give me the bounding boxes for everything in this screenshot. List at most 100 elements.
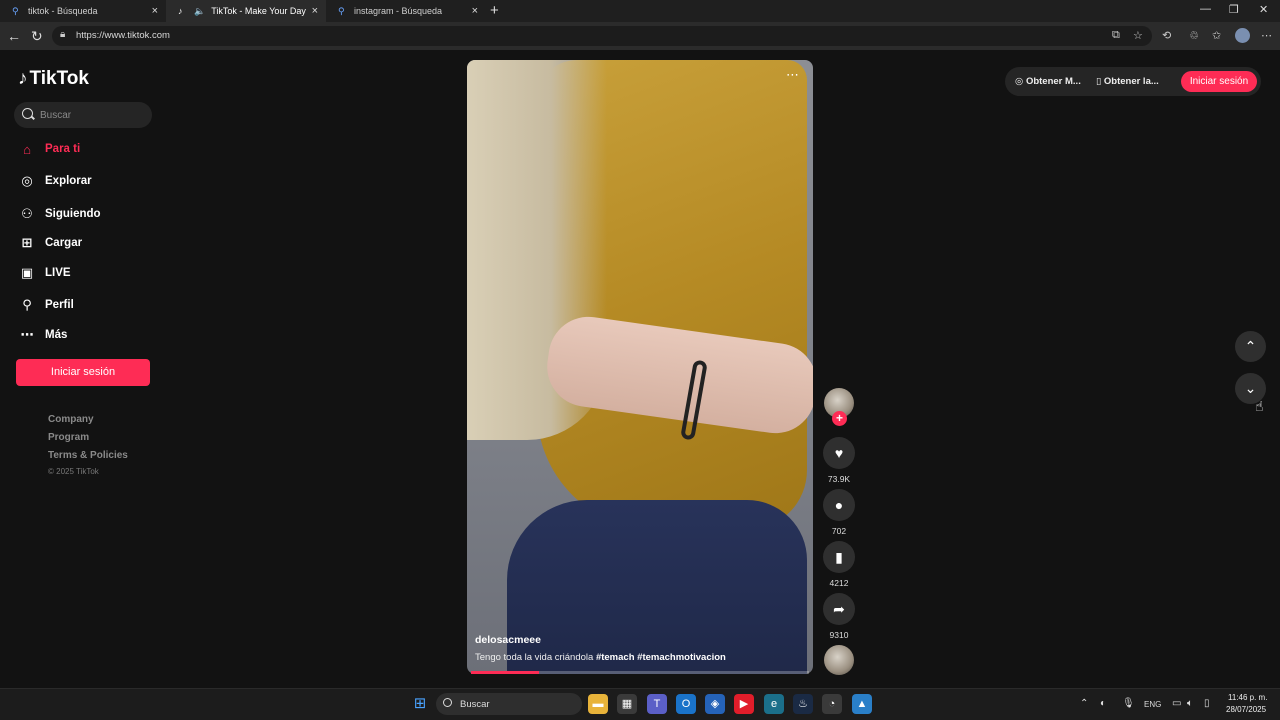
app-icon[interactable]: ◈ xyxy=(705,694,725,714)
speaker-icon[interactable]: 🔈 xyxy=(194,6,205,17)
hashtag[interactable]: #temach xyxy=(596,652,635,663)
more-options-icon[interactable]: ⋯ xyxy=(786,67,800,83)
login-button[interactable]: Iniciar sesión xyxy=(16,359,150,386)
lock-icon[interactable]: 🔒︎ xyxy=(60,29,65,40)
teams-icon[interactable]: T xyxy=(647,694,667,714)
sidebar-item-perfil[interactable]: ⚲ Perfil xyxy=(16,294,156,316)
sidebar-item-label: Perfil xyxy=(45,299,74,311)
close-icon[interactable]: × xyxy=(152,5,158,17)
tray-app-icon[interactable]: ◐ xyxy=(1100,698,1106,709)
address-bar[interactable] xyxy=(52,26,1152,46)
close-icon[interactable]: × xyxy=(312,5,318,17)
footer-link-terms[interactable]: Terms & Policies xyxy=(48,450,128,461)
app-icon-2[interactable]: ◔ xyxy=(822,694,842,714)
extensions-icon[interactable]: ⟲ xyxy=(1162,29,1171,42)
mouse-cursor-icon: ☝ xyxy=(1255,398,1264,414)
url-text[interactable]: https://www.tiktok.com xyxy=(76,30,170,41)
previous-video-button[interactable]: ⌃ xyxy=(1235,331,1266,362)
search-icon: ⚲ xyxy=(338,5,345,16)
hashtag[interactable]: #temachmotivacion xyxy=(637,652,726,663)
sidebar-item-explorar[interactable]: ◎ Explorar xyxy=(16,170,156,192)
tiktok-logo[interactable]: ♪ TikTok xyxy=(18,68,89,90)
network-icon[interactable]: ▭ xyxy=(1172,698,1181,709)
profile-avatar[interactable] xyxy=(1235,28,1250,43)
following-icon: ⚇ xyxy=(21,206,33,221)
logo-text: TikTok xyxy=(29,68,89,89)
live-icon: ▣ xyxy=(20,265,34,280)
tab-title: TikTok - Make Your Day xyxy=(211,6,306,16)
outlook-icon[interactable]: O xyxy=(676,694,696,714)
battery-icon[interactable]: ▯ xyxy=(1204,698,1210,709)
sidebar-item-label: Para ti xyxy=(45,143,81,155)
video-caption: Tengo toda la vida criándola #temach #te… xyxy=(475,652,726,663)
taskbar-search[interactable] xyxy=(436,693,582,715)
back-icon[interactable]: ← xyxy=(7,28,21,44)
tab-title: instagram - Búsqueda xyxy=(354,6,443,16)
sidebar-item-label: Siguiendo xyxy=(45,208,101,220)
store-icon[interactable]: ▦ xyxy=(617,694,637,714)
clock-date[interactable]: 28/07/2025 xyxy=(1226,705,1266,714)
tray-chevron-up-icon[interactable]: ⌃ xyxy=(1080,698,1088,709)
refresh-icon[interactable]: ↻ xyxy=(31,28,43,45)
photos-icon[interactable]: ▲ xyxy=(852,694,872,714)
restore-icon[interactable]: ❐ xyxy=(1229,3,1239,16)
share-icon: ➦ xyxy=(833,601,845,617)
tab-tiktok-search[interactable]: ⚲ tiktok - Búsqueda × xyxy=(0,0,166,22)
get-app-link[interactable]: ◎ Obtener M... xyxy=(1015,76,1081,87)
like-count: 73.9K xyxy=(827,474,851,484)
video-frame-jeans xyxy=(507,500,807,674)
like-button[interactable]: ♥ xyxy=(823,437,855,469)
search-input[interactable] xyxy=(40,105,145,125)
volume-icon[interactable]: 🔈︎ xyxy=(1187,698,1193,709)
favorites-icon[interactable]: ✩ xyxy=(1212,29,1221,42)
microphone-icon[interactable]: 🎙︎ xyxy=(1122,698,1135,709)
sidebar-item-para-ti[interactable]: ⌂ Para ti xyxy=(16,138,156,160)
sidebar-item-mas[interactable]: ⋯ Más xyxy=(16,324,156,346)
tiktok-icon: ♪ xyxy=(18,68,28,89)
sidebar-item-cargar[interactable]: ⊞ Cargar xyxy=(16,232,156,254)
sidebar-item-label: Explorar xyxy=(45,175,92,187)
more-icon[interactable]: ⋯ xyxy=(1261,29,1272,42)
search-icon[interactable] xyxy=(22,108,33,119)
close-icon[interactable]: × xyxy=(472,5,478,17)
language-indicator[interactable]: ENG xyxy=(1144,700,1161,709)
clock-time[interactable]: 11:46 p. m. xyxy=(1228,693,1267,702)
minimize-icon[interactable]: — xyxy=(1200,3,1211,15)
share-count: 9310 xyxy=(829,630,849,640)
chevron-up-icon: ⌃ xyxy=(1244,338,1257,354)
tab-tiktok[interactable]: ♪ 🔈 TikTok - Make Your Day × xyxy=(166,0,326,22)
steam-icon[interactable]: ♨ xyxy=(793,694,813,714)
search-icon: ⚲ xyxy=(12,5,19,16)
youtube-icon[interactable]: ▶ xyxy=(734,694,754,714)
copyright: © 2025 TikTok xyxy=(48,467,99,476)
tab-instagram-search[interactable]: ⚲ instagram - Búsqueda × xyxy=(326,0,486,22)
sidebar-item-live[interactable]: ▣ LIVE xyxy=(16,262,156,284)
search-icon xyxy=(443,698,452,707)
save-button[interactable]: ▮ xyxy=(823,541,855,573)
tiktok-icon: ♪ xyxy=(178,6,183,16)
video-player[interactable] xyxy=(467,60,813,674)
login-button-top[interactable]: Iniciar sesión xyxy=(1181,71,1257,92)
comment-count: 702 xyxy=(831,526,847,536)
edge-icon[interactable]: e xyxy=(764,694,784,714)
footer-link-company[interactable]: Company xyxy=(48,414,94,425)
video-author[interactable]: delosacmeee xyxy=(475,634,541,646)
footer-link-program[interactable]: Program xyxy=(48,432,89,443)
share-button[interactable]: ➦ xyxy=(823,593,855,625)
bookmark-icon: ▮ xyxy=(835,549,843,565)
close-window-icon[interactable]: ✕ xyxy=(1259,3,1268,16)
comment-icon: ● xyxy=(834,497,844,513)
follow-button[interactable]: + xyxy=(832,411,847,426)
music-disc-avatar[interactable] xyxy=(824,645,854,675)
file-explorer-icon[interactable]: ▬ xyxy=(588,694,608,714)
upload-icon: ⊞ xyxy=(21,235,33,250)
favorite-star-icon[interactable]: ☆ xyxy=(1133,29,1143,42)
new-tab-icon[interactable]: + xyxy=(490,2,499,19)
browser-essentials-icon[interactable]: ♲ xyxy=(1189,29,1199,42)
get-app-link-2[interactable]: ▯ Obtener la... xyxy=(1096,76,1159,87)
sidebar-item-siguiendo[interactable]: ⚇ Siguiendo xyxy=(16,203,156,225)
windows-start-icon[interactable]: ⊞ xyxy=(410,694,430,714)
open-in-app-icon[interactable]: ⧉ xyxy=(1112,29,1120,42)
taskbar-search-label: Buscar xyxy=(460,699,490,710)
comment-button[interactable]: ● xyxy=(823,489,855,521)
